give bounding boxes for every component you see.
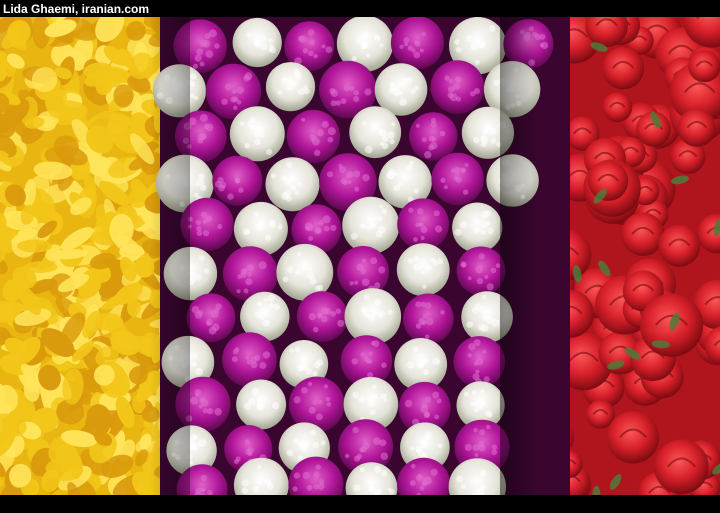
shadow-left (150, 17, 190, 495)
photo-frame: Lida Ghaemi, iranian.com (0, 0, 720, 513)
flower-garland-photo (0, 17, 720, 495)
shadow-right (500, 17, 540, 495)
photo-canvas (0, 17, 720, 495)
photo-credit: Lida Ghaemi, iranian.com (3, 2, 150, 16)
